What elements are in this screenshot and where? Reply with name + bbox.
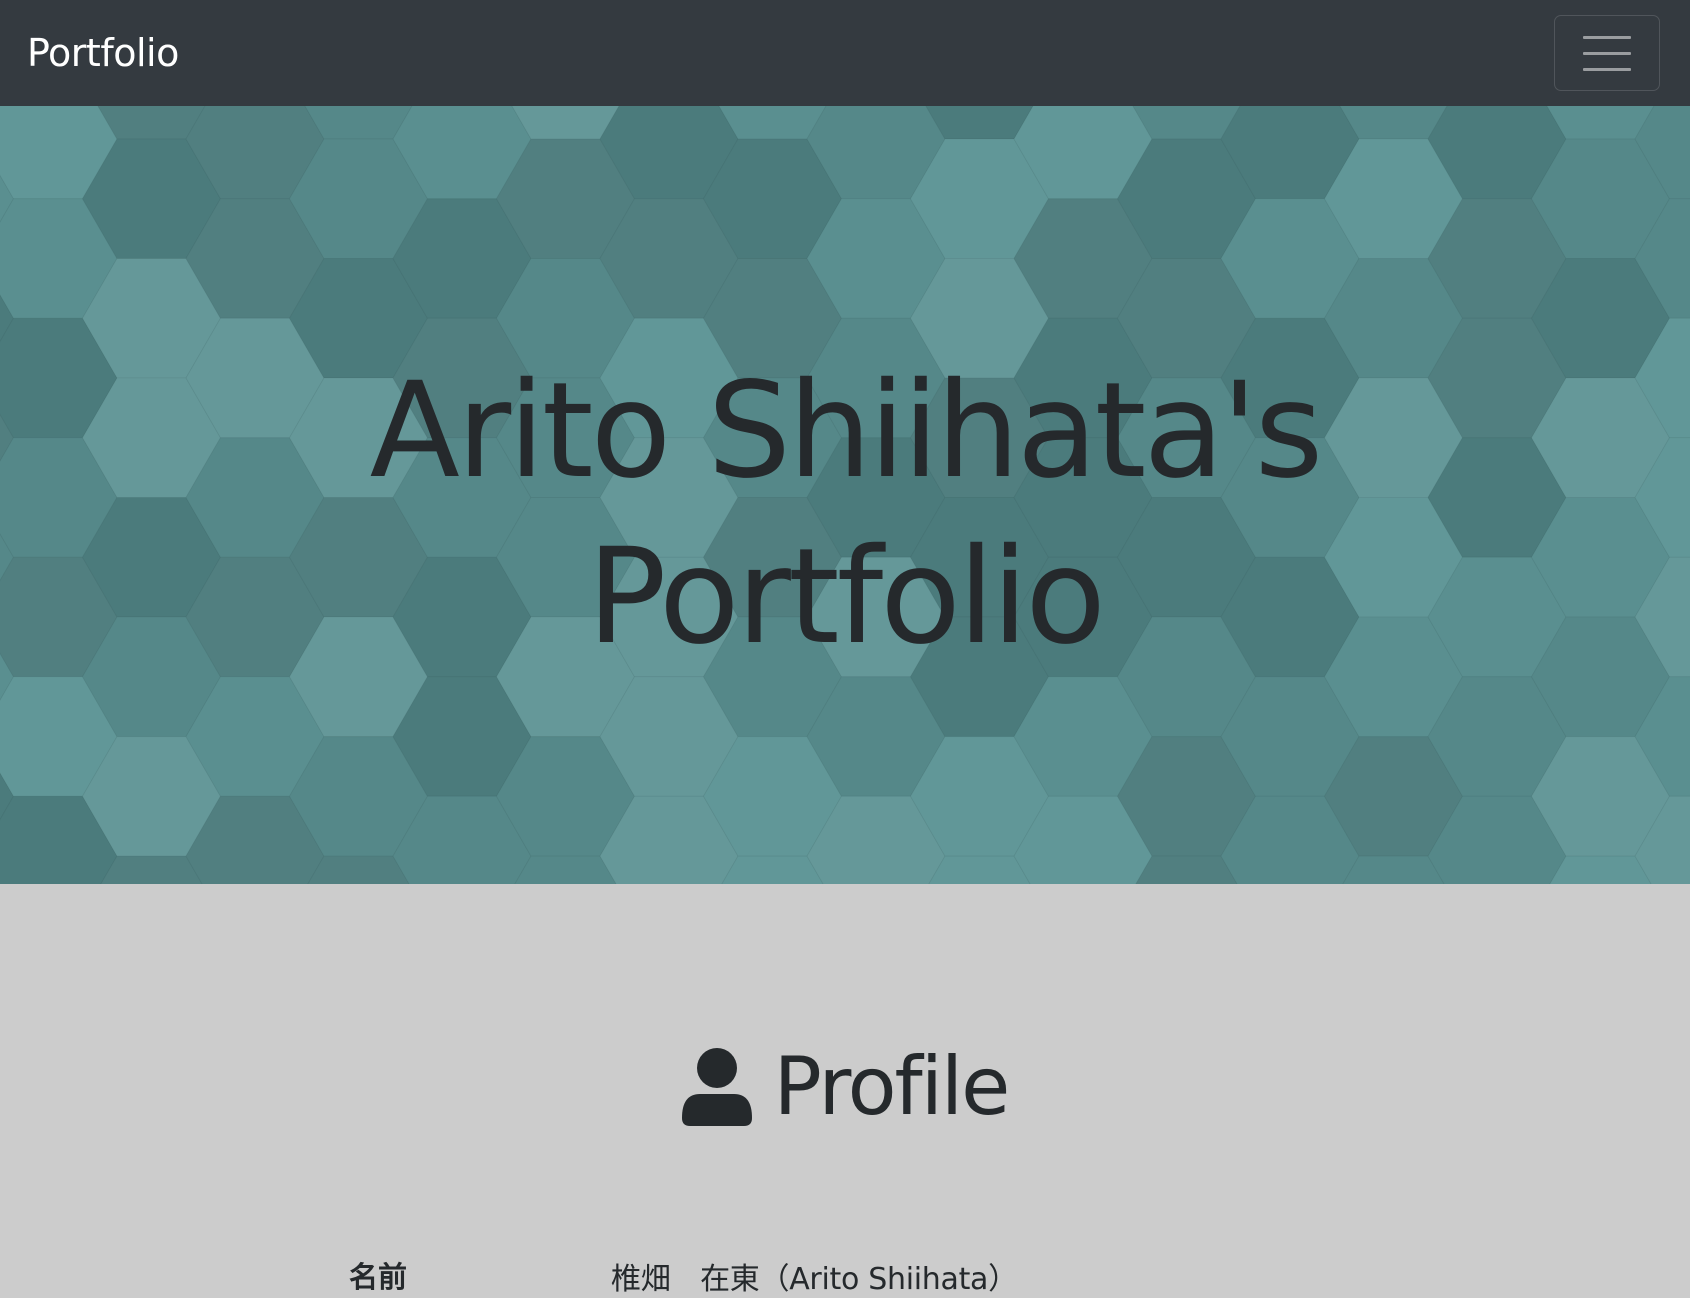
navbar: Portfolio xyxy=(0,0,1690,106)
hero-title-line1: Arito Shiihata's xyxy=(369,354,1324,508)
profile-row-name: 名前 椎畑 在東（Arito Shiihata） xyxy=(0,1254,1690,1297)
profile-section: Profile 名前 椎畑 在東（Arito Shiihata） xyxy=(0,884,1690,1297)
profile-title: Profile xyxy=(773,1040,1011,1133)
user-icon xyxy=(681,1047,752,1126)
hamburger-menu-icon xyxy=(1583,35,1631,39)
profile-heading: Profile xyxy=(0,1040,1690,1133)
hero-title-line2: Portfolio xyxy=(586,520,1106,674)
profile-row-label: 名前 xyxy=(349,1260,408,1294)
navbar-brand[interactable]: Portfolio xyxy=(27,31,179,75)
profile-row-value: 椎畑 在東（Arito Shiihata） xyxy=(611,1262,1018,1297)
navbar-toggler-button[interactable] xyxy=(1554,15,1660,91)
hamburger-menu-icon-bar xyxy=(1583,51,1631,55)
hero-section: Arito Shiihata's Portfolio xyxy=(0,106,1690,884)
hero-title: Arito Shiihata's Portfolio xyxy=(0,348,1690,680)
hamburger-menu-icon-bar xyxy=(1583,67,1631,71)
